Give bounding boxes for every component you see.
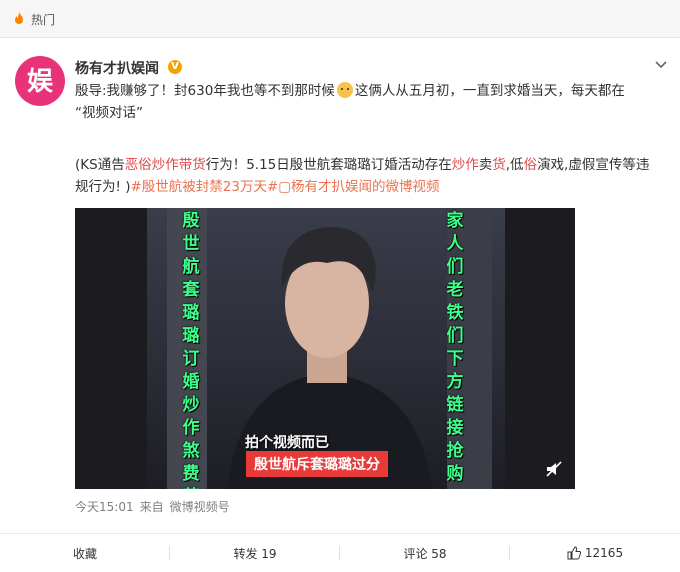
repost-label: 转发 19 [233,546,277,561]
verified-badge-icon: V [168,60,182,74]
avatar[interactable]: 娱 [15,56,65,106]
video-subtitle: 拍个视频而已 [245,435,329,451]
video-caption-right: 家人们老铁们下方链接抢购一空 [446,211,464,489]
avatar-logo-text: 娱 [27,67,54,97]
post-meta: 今天15:01 来自 微博视频号 [75,498,236,515]
post-text-segment: (KS通告 [75,157,125,173]
post-text-segment: 演戏,虚假宣传等违 [537,157,650,173]
post-text-para2: (KS通告恶俗炒作带货行为！5.15日殷世航套璐璐订婚活动存在炒作卖货,低俗演戏… [75,154,655,198]
mute-icon[interactable] [545,460,563,478]
post-text-segment: 卖 [478,157,493,173]
chevron-down-icon[interactable] [654,60,668,70]
post-text-segment: 这俩人从五月初，一直到求婚当天，每天都在 [354,83,625,99]
highlight-text: 俗 [523,157,538,173]
post-time[interactable]: 今天15:01 [75,500,134,514]
post-text-segment: “视频对话” [75,105,143,121]
video-right-panel [505,208,575,489]
top-bar: 热门 [0,0,680,38]
comment-label: 评论 58 [403,546,447,561]
hot-label: 热门 [31,13,56,27]
post-source[interactable]: 微博视频号 [170,500,230,514]
video-left-panel [75,208,147,489]
video-source-link[interactable]: ▢杨有才扒娱闻的微博视频 [278,179,439,195]
highlight-text: 货 [492,157,506,173]
laughing-emoji-icon [336,82,353,98]
repost-button[interactable]: 转发 19 [170,534,340,572]
hashtag-link[interactable]: #殷世航被封禁23万天# [130,179,278,195]
like-count: 12165 [584,546,624,560]
highlight-text: 恶俗炒作带货 [124,157,206,173]
video-subtitle-highlight: 殷世航斥套璐璐过分 [246,451,388,477]
favorite-button[interactable]: 收藏 [0,534,170,572]
highlight-text: 炒作 [451,157,479,173]
post-text-line1: 殷导:我赚够了！封630年我也等不到那时候 这俩人从五月初，一直到求婚当天，每天都… [75,80,655,124]
post-text-segment: 行为！5.15日殷世航套璐璐订婚活动存在 [205,157,452,173]
hot-flame-icon [15,12,23,24]
author-name[interactable]: 杨有才扒娱闻 [75,58,159,78]
weibo-post-card: 娱 杨有才扒娱闻 V 殷导:我赚够了！封630年我也等不到那时候 这俩人从五月初，… [0,38,680,533]
like-button[interactable]: 12165 [510,534,680,572]
video-player[interactable]: 殷世航套璐璐订婚炒作煞费苦心 家人们老铁们下方链接抢购一空 拍个视频而已 殷世航… [75,208,575,489]
comment-button[interactable]: 评论 58 [340,534,510,572]
avatar-logo: 娱 [27,67,54,97]
action-bar: 收藏 转发 19 评论 58 12165 [0,533,680,572]
post-text-segment: ,低 [505,157,524,173]
thumbs-up-icon [567,546,581,560]
video-caption-left: 殷世航套璐璐订婚炒作煞费苦心 [182,211,200,489]
post-text-segment: 规行为! ) [75,179,131,195]
favorite-label: 收藏 [72,546,97,561]
source-prefix: 来自 [139,500,164,514]
post-text-segment: 殷导:我赚够了！封630年我也等不到那时候 [75,83,335,99]
